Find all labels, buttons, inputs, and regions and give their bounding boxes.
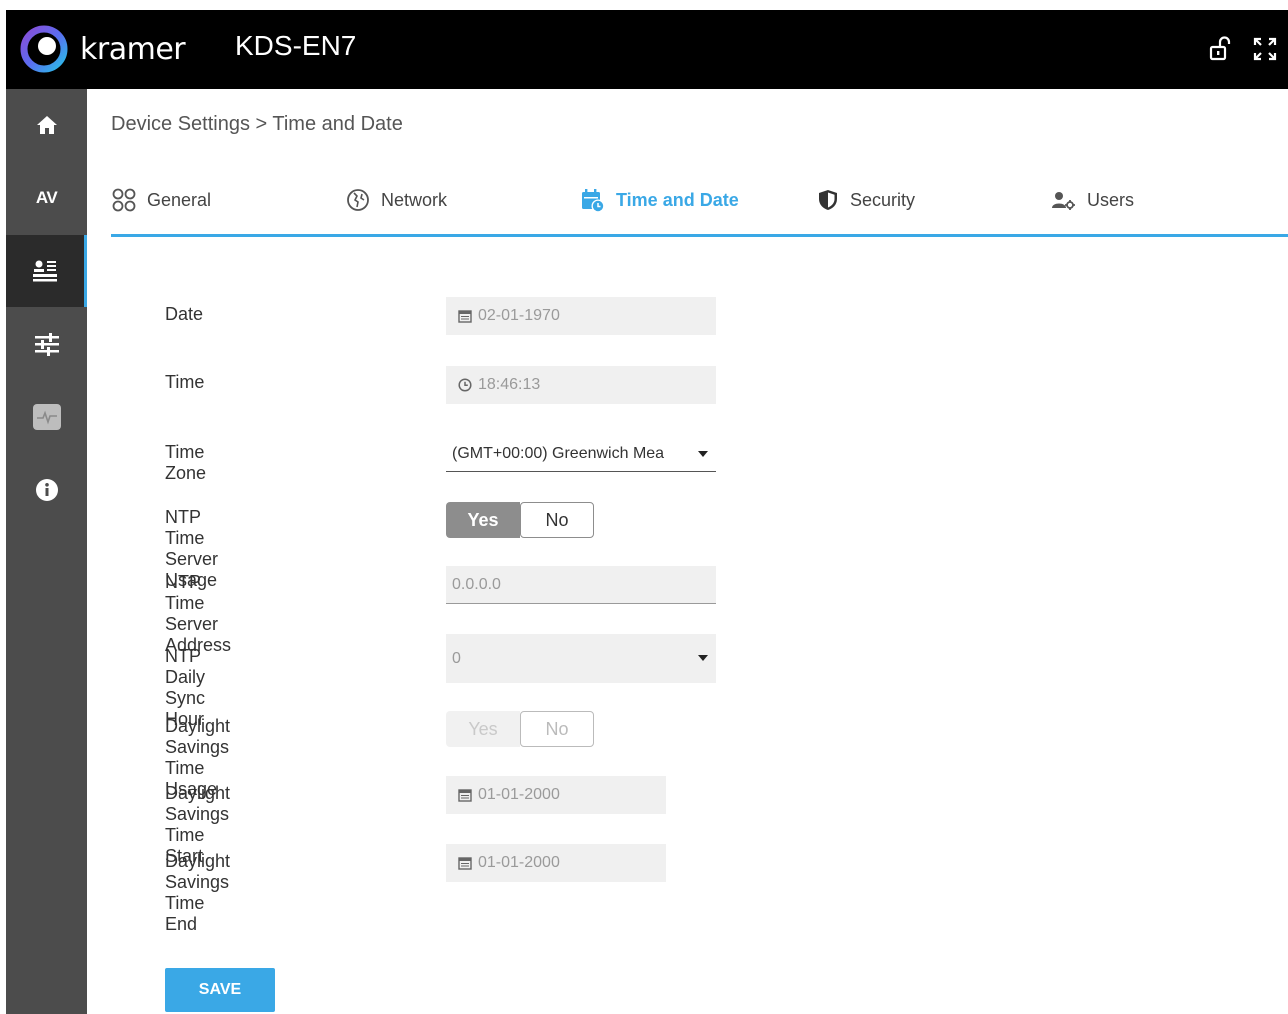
users-icon: [1052, 192, 1075, 210]
sliders-icon: [34, 333, 59, 356]
chevron-down-icon: [698, 655, 708, 661]
ntp-usage-toggle: Yes No: [446, 502, 594, 538]
date-field[interactable]: 02-01-1970: [446, 297, 716, 335]
date-value: 02-01-1970: [478, 307, 560, 324]
dst-end-value: 01-01-2000: [478, 854, 560, 871]
time-value: 18:46:13: [478, 376, 541, 393]
time-label: Time: [165, 372, 205, 392]
tab-bar: General Network Time and Date Security U…: [111, 179, 1288, 237]
lock-open-icon[interactable]: [1208, 36, 1234, 62]
ntp-sync-hour-value: 0: [452, 649, 461, 667]
sidebar-item-diagnostics[interactable]: [6, 381, 87, 453]
device-name: KDS-EN7: [235, 30, 357, 61]
app-frame: kramer KDS-EN7 AV Device Settings > Time…: [6, 10, 1288, 1014]
settings-icon: [33, 260, 57, 282]
breadcrumb: Device Settings > Time and Date: [111, 113, 403, 135]
calendar-icon: [458, 857, 472, 870]
sidebar-item-home[interactable]: [6, 89, 87, 161]
time-zone-label: Time Zone: [165, 442, 207, 483]
info-icon: [35, 479, 58, 501]
date-label: Date: [165, 304, 204, 324]
ntp-address-input[interactable]: 0.0.0.0: [446, 566, 716, 604]
shield-icon: [819, 190, 837, 210]
tab-users[interactable]: Users: [1051, 183, 1134, 217]
kramer-logo-icon: [20, 25, 68, 73]
main-content: Device Settings > Time and Date General …: [87, 89, 1288, 1014]
calendar-icon: [458, 310, 472, 323]
top-header: kramer KDS-EN7: [6, 10, 1288, 89]
tab-users-label: Users: [1087, 189, 1135, 210]
tab-general-label: General: [147, 189, 212, 210]
tab-security-label: Security: [850, 189, 916, 210]
sidebar-item-av[interactable]: AV: [6, 162, 87, 234]
time-zone-select[interactable]: (GMT+00:00) Greenwich Mea: [446, 436, 716, 472]
sidebar-av-label: AV: [35, 188, 58, 207]
fullscreen-icon[interactable]: [1252, 36, 1278, 62]
general-icon: [112, 188, 136, 212]
tab-time-and-date-label: Time and Date: [616, 189, 739, 210]
sidebar: AV: [6, 89, 87, 1014]
calendar-icon: [458, 789, 472, 802]
dst-usage-toggle: Yes No: [446, 711, 594, 747]
ntp-address-label: NTP Time Server Address: [165, 572, 232, 655]
calendar-clock-icon: [582, 189, 605, 213]
tab-general[interactable]: General: [111, 183, 211, 217]
clock-icon: [458, 378, 472, 392]
sidebar-item-device-settings[interactable]: [6, 235, 87, 307]
ntp-address-value: 0.0.0.0: [452, 575, 501, 593]
tab-time-and-date[interactable]: Time and Date: [580, 183, 739, 217]
dst-end-label: Daylight Savings Time End: [165, 851, 231, 934]
dst-usage-yes-button[interactable]: Yes: [446, 711, 520, 747]
dst-end-field[interactable]: 01-01-2000: [446, 844, 666, 882]
tab-network[interactable]: Network: [345, 183, 447, 217]
sidebar-item-info[interactable]: [6, 454, 87, 526]
ntp-usage-no-button[interactable]: No: [520, 502, 594, 538]
tab-security[interactable]: Security: [816, 183, 915, 217]
time-zone-value: (GMT+00:00) Greenwich Mea: [452, 444, 665, 462]
ntp-usage-yes-button[interactable]: Yes: [446, 502, 520, 538]
dst-start-field[interactable]: 01-01-2000: [446, 776, 666, 814]
ntp-sync-hour-select[interactable]: 0: [446, 634, 716, 683]
dst-start-value: 01-01-2000: [478, 786, 560, 803]
time-field[interactable]: 18:46:13: [446, 366, 716, 404]
save-button[interactable]: SAVE: [165, 968, 275, 1012]
tab-network-label: Network: [381, 189, 448, 210]
dst-usage-no-button[interactable]: No: [520, 711, 594, 747]
sidebar-item-controls[interactable]: [6, 308, 87, 380]
network-icon: [347, 189, 369, 211]
pulse-icon: [32, 404, 61, 430]
chevron-down-icon: [698, 451, 708, 457]
brand-name: kramer: [80, 32, 186, 67]
home-icon: [36, 116, 57, 134]
